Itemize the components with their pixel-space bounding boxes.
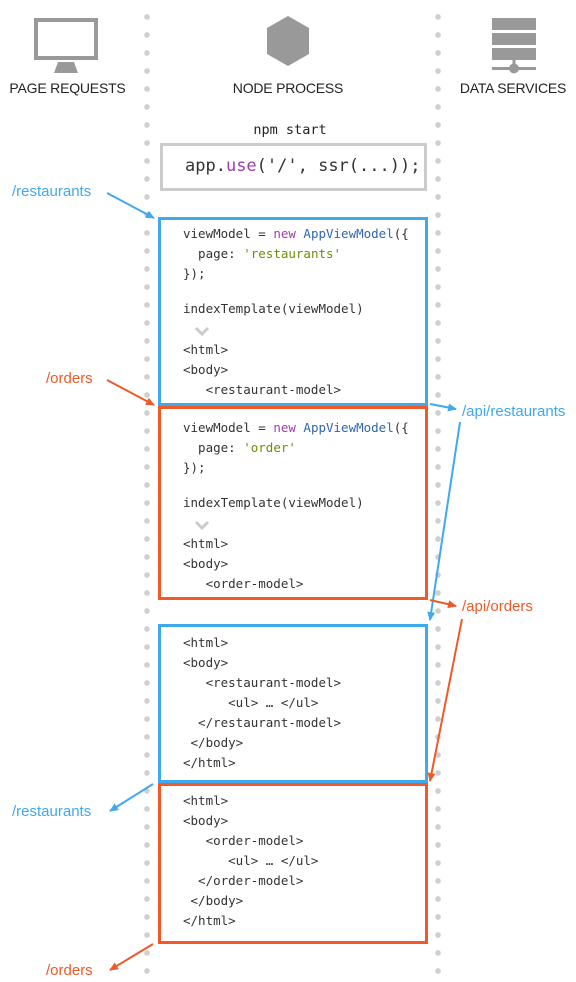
request-orders-in-label: /orders xyxy=(46,370,93,387)
code-text: ('/', ssr(...)); xyxy=(256,156,421,176)
code-line: </html> xyxy=(183,755,236,770)
code-text: page: xyxy=(183,440,244,455)
code-string: 'order' xyxy=(243,440,296,455)
code-line: }); xyxy=(183,460,206,475)
orders-html-block: <html> <body> <order-model> <ul> … </ul>… xyxy=(158,783,428,944)
hexagon-node-icon xyxy=(267,16,309,66)
code-text: app. xyxy=(185,156,226,176)
code-line: <ul> … </ul> xyxy=(183,695,319,710)
code-class: AppViewModel xyxy=(303,420,394,435)
code-keyword: new xyxy=(273,420,296,435)
code-method: use xyxy=(225,156,257,176)
chevron-down-icon xyxy=(195,520,209,530)
code-line: </html> xyxy=(183,913,236,928)
response-restaurants-out-label: /restaurants xyxy=(12,803,92,820)
code-line: <order-model> xyxy=(183,833,304,848)
code-line: }); xyxy=(183,266,206,281)
code-line: </order-model> xyxy=(183,873,304,888)
npm-start-code-box: app.use('/', ssr(...)); xyxy=(160,143,427,191)
code-line: page: 'order' xyxy=(183,438,296,458)
orders-viewmodel-block: viewModel = new AppViewModel({ page: 'or… xyxy=(158,406,428,600)
code-line: <html> xyxy=(183,793,229,808)
request-restaurants-in-label: /restaurants xyxy=(12,183,92,200)
monitor-icon xyxy=(34,18,98,73)
code-keyword: new xyxy=(273,226,296,241)
code-line: <ul> … </ul> xyxy=(183,853,319,868)
code-line: <restaurant-model> xyxy=(183,382,342,397)
column-label-page-requests: PAGE REQUESTS xyxy=(9,80,126,96)
code-line: <html> xyxy=(183,342,229,357)
column-label-node-process: NODE PROCESS xyxy=(232,80,344,96)
column-label-data-services: DATA SERVICES xyxy=(459,80,567,96)
restaurants-viewmodel-block: viewModel = new AppViewModel({ page: 're… xyxy=(158,217,428,406)
code-line: <restaurant-model> xyxy=(183,675,342,690)
code-line: indexTemplate(viewModel) xyxy=(183,301,364,316)
api-orders-label: /api/orders xyxy=(462,598,533,615)
code-line: </body> xyxy=(183,735,244,750)
code-line: <order-model> xyxy=(183,576,304,591)
code-text: ({ xyxy=(393,420,409,435)
code-line: indexTemplate(viewModel) xyxy=(183,495,364,510)
npm-start-command: npm start xyxy=(253,122,327,138)
server-stack-icon xyxy=(492,18,536,74)
code-text: viewModel = xyxy=(183,420,274,435)
restaurants-html-block: <html> <body> <restaurant-model> <ul> … … xyxy=(158,624,428,783)
code-line: viewModel = new AppViewModel({ xyxy=(183,224,409,244)
code-text: ({ xyxy=(393,226,409,241)
code-line: page: 'restaurants' xyxy=(183,244,341,264)
response-orders-out-label: /orders xyxy=(46,962,93,979)
code-line: <body> xyxy=(183,362,229,377)
api-restaurants-label: /api/restaurants xyxy=(462,403,566,420)
code-text: page: xyxy=(183,246,244,261)
arrow-api-restaurants-call xyxy=(429,403,457,412)
code-line: <body> xyxy=(183,813,229,828)
code-line: viewModel = new AppViewModel({ xyxy=(183,418,409,438)
code-line: <html> xyxy=(183,536,229,551)
code-line: </body> xyxy=(183,893,244,908)
chevron-down-icon xyxy=(195,326,209,336)
code-line: <html> xyxy=(183,635,229,650)
arrow-api-orders-call xyxy=(429,599,457,609)
code-line: </restaurant-model> xyxy=(183,715,342,730)
code-string: 'restaurants' xyxy=(243,246,342,261)
column-divider-right xyxy=(435,8,441,982)
code-text: viewModel = xyxy=(183,226,274,241)
column-divider-left xyxy=(144,8,150,982)
code-class: AppViewModel xyxy=(303,226,394,241)
code-line: <body> xyxy=(183,556,229,571)
code-line: <body> xyxy=(183,655,229,670)
app-use-code: app.use('/', ssr(...)); xyxy=(185,156,420,176)
